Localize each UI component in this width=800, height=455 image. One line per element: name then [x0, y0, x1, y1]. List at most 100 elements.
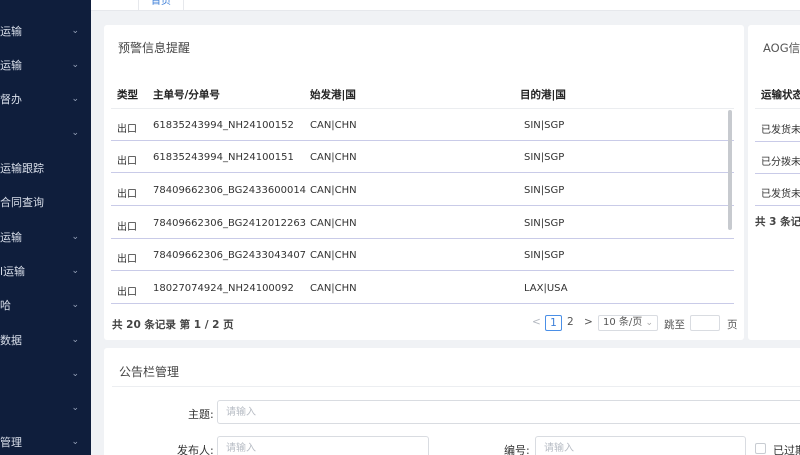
table-row[interactable]: 出口 78409662306_BG2433600014 CAN|CHN SIN|…	[111, 174, 734, 206]
table-row[interactable]: 出口 61835243994_NH24100152 CAN|CHN SIN|SG…	[111, 109, 734, 141]
publisher-input[interactable]	[217, 436, 429, 455]
sidebar-item-contract[interactable]: 合同查询	[0, 192, 91, 212]
cell-origin: CAN|CHN	[310, 283, 357, 294]
divider	[112, 386, 800, 387]
table-row[interactable]: 已发货未	[755, 110, 800, 142]
sidebar-item-label: 督办	[0, 93, 22, 106]
table-row[interactable]: 已发货未	[755, 174, 800, 206]
table-header: 类型 主单号/分单号 始发港|国 目的港|国	[111, 78, 734, 109]
sidebar-item-transport-1[interactable]: 运输 ⌄	[0, 21, 91, 41]
sidebar-item-group-12[interactable]: ⌄	[0, 398, 91, 418]
pager-prev-button[interactable]: <	[532, 316, 541, 328]
sidebar-item-group-11[interactable]: ⌄	[0, 364, 91, 384]
cell-type: 出口	[117, 287, 137, 298]
table-row[interactable]: 出口 61835243994_NH24100151 CAN|CHN SIN|SG…	[111, 141, 734, 173]
sidebar-item-group-9[interactable]: 哈 ⌄	[0, 295, 91, 315]
cell-destination: SIN|SGP	[524, 250, 565, 261]
subject-input[interactable]	[217, 400, 800, 424]
sidebar-item-label: l运输	[0, 265, 26, 278]
number-input[interactable]	[535, 436, 746, 455]
chevron-down-icon: ⌄	[71, 437, 79, 447]
table-row[interactable]: 已分拨未	[755, 142, 800, 174]
chevron-down-icon: ⌄	[645, 318, 653, 328]
table-row[interactable]: 出口 78409662306_BG2433043407 CAN|CHN SIN|…	[111, 239, 734, 271]
publisher-label: 发布人:	[177, 444, 214, 455]
chevron-down-icon: ⌄	[71, 128, 79, 138]
expired-checkbox[interactable]	[755, 443, 766, 454]
chevron-down-icon: ⌄	[71, 403, 79, 413]
cell-origin: CAN|CHN	[310, 120, 357, 131]
page-size-value: 10 条/页	[603, 317, 643, 328]
pager-page-1[interactable]: 1	[545, 315, 562, 331]
aog-table-header: 运输状态	[755, 78, 800, 109]
pager-next-button[interactable]: >	[584, 316, 593, 328]
cell-awb: 61835243994_NH24100151	[153, 152, 294, 163]
pager-jump-input[interactable]	[690, 315, 720, 331]
top-tab-bar: 首页	[91, 0, 800, 11]
cell-type: 出口	[117, 189, 137, 200]
warning-panel-title: 预警信息提醒	[118, 41, 191, 55]
chevron-down-icon: ⌄	[71, 266, 79, 276]
chevron-down-icon: ⌄	[71, 369, 79, 379]
cell-type: 出口	[117, 124, 137, 135]
cell-type: 出口	[117, 254, 137, 265]
number-label: 编号:	[504, 444, 530, 455]
table-row[interactable]: 出口 18027074924_NH24100092 CAN|CHN LAX|US…	[111, 272, 734, 304]
chevron-down-icon: ⌄	[71, 26, 79, 36]
pager-jump-label: 跳至	[664, 319, 685, 331]
sidebar-nav: 运输 ⌄ 运输 ⌄ 督办 ⌄ ⌄ 运输跟踪 合同查询 运输 ⌄ l运输 ⌄ 哈 ⌄ 数据 ⌄ …	[0, 0, 91, 455]
notice-panel-title: 公告栏管理	[119, 365, 180, 379]
sidebar-item-supervise[interactable]: 督办 ⌄	[0, 89, 91, 109]
aog-panel-title: AOG信息	[763, 41, 800, 55]
chevron-down-icon: ⌄	[71, 335, 79, 345]
chevron-down-icon: ⌄	[71, 60, 79, 70]
cell-destination: SIN|SGP	[524, 152, 565, 163]
warning-table: 类型 主单号/分单号 始发港|国 目的港|国 出口 61835243994_NH…	[111, 78, 734, 304]
cell-status: 已发货未	[761, 189, 800, 200]
sidebar-item-transport-2[interactable]: 运输 ⌄	[0, 55, 91, 75]
cell-status: 已分拨未	[761, 157, 800, 168]
pager-page-suffix: 页	[727, 319, 738, 331]
column-header-origin: 始发港|国	[310, 89, 356, 101]
chevron-down-icon: ⌄	[71, 94, 79, 104]
cell-type: 出口	[117, 222, 137, 233]
cell-type: 出口	[117, 156, 137, 167]
cell-awb: 78409662306_BG2433043407	[153, 250, 307, 261]
sidebar-item-tracking[interactable]: 运输跟踪	[0, 158, 91, 178]
table-row[interactable]: 出口 78409662306_BG2412012263 CAN|CHN SIN|…	[111, 207, 734, 239]
expired-label: 已过期	[773, 444, 800, 455]
column-header-awb: 主单号/分单号	[153, 89, 220, 101]
chevron-down-icon: ⌄	[71, 232, 79, 242]
sidebar-item-transport-4[interactable]: l运输 ⌄	[0, 261, 91, 281]
sidebar-item-label: 运输	[0, 25, 22, 38]
sidebar-item-data[interactable]: 数据 ⌄	[0, 330, 91, 350]
sidebar-item-label: 哈	[0, 299, 11, 312]
cell-awb: 61835243994_NH24100152	[153, 120, 294, 131]
column-header-destination: 目的港|国	[520, 89, 566, 101]
pager-page-2[interactable]: 2	[567, 316, 574, 328]
table-scrollbar[interactable]	[728, 110, 732, 230]
sidebar-item-label: 运输跟踪	[0, 162, 44, 175]
column-header-type: 类型	[117, 89, 138, 101]
aog-total-text: 共 3 条记录	[755, 216, 800, 228]
sidebar-item-management[interactable]: 管理 ⌄	[0, 432, 91, 452]
cell-origin: CAN|CHN	[310, 218, 357, 229]
notice-panel: 公告栏管理 主题: 发布人: 编号: 已过期	[104, 348, 800, 455]
sidebar-item-label: 管理	[0, 436, 22, 449]
sidebar-item-transport-3[interactable]: 运输 ⌄	[0, 227, 91, 247]
chevron-down-icon: ⌄	[71, 300, 79, 310]
page-size-select[interactable]: 10 条/页 ⌄	[598, 315, 658, 331]
cell-origin: CAN|CHN	[310, 250, 357, 261]
cell-destination: SIN|SGP	[524, 185, 565, 196]
subject-label: 主题:	[188, 408, 214, 421]
sidebar-item-label: 数据	[0, 334, 22, 347]
pager-total-text: 共 20 条记录 第 1 / 2 页	[112, 319, 234, 331]
cell-origin: CAN|CHN	[310, 185, 357, 196]
tab-home[interactable]: 首页	[138, 0, 184, 11]
cell-status: 已发货未	[761, 125, 800, 136]
cell-awb: 18027074924_NH24100092	[153, 283, 294, 294]
cell-awb: 78409662306_BG2433600014	[153, 185, 307, 196]
cell-origin: CAN|CHN	[310, 152, 357, 163]
sidebar-item-label: 运输	[0, 59, 22, 72]
sidebar-item-group-4[interactable]: ⌄	[0, 123, 91, 143]
